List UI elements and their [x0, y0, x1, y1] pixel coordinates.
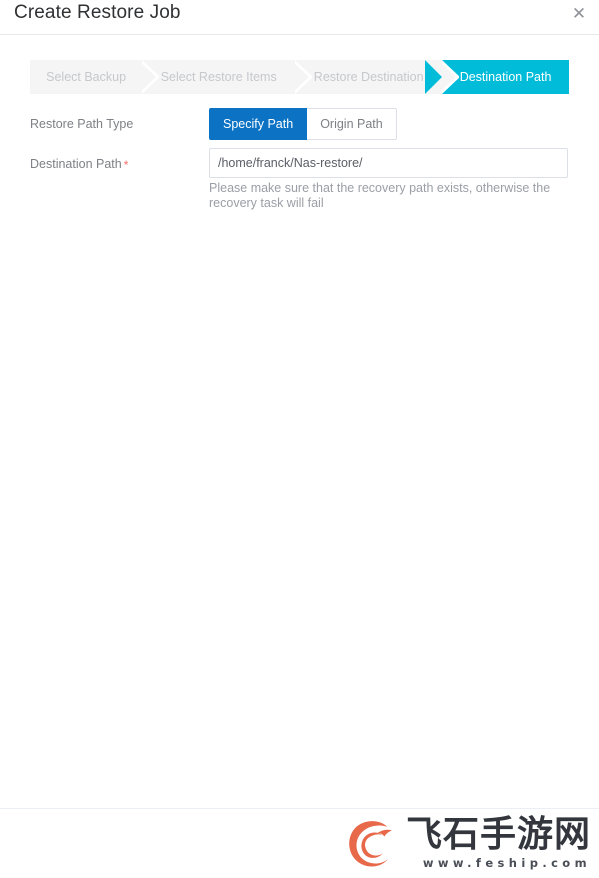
footer-divider [0, 808, 599, 809]
form-row-restore-path-type: Restore Path Type Specify Path Origin Pa… [0, 108, 599, 140]
stepper-step-label: Restore Destination [313, 70, 424, 84]
stepper: Select Backup Select Restore Items Resto… [30, 60, 569, 94]
dialog-header: Create Restore Job ✕ [0, 0, 599, 35]
destination-path-control [209, 148, 568, 178]
form-row-destination-path: Destination Path* Please make sure that … [0, 148, 599, 210]
restore-form: Restore Path Type Specify Path Origin Pa… [0, 108, 599, 218]
destination-path-label-text: Destination Path [30, 157, 122, 171]
watermark-text: 飞石手游网 www.feship.com [405, 813, 591, 871]
destination-path-help-text: Please make sure that the recovery path … [209, 181, 551, 210]
restore-path-type-control: Specify Path Origin Path [209, 108, 397, 140]
stepper-step-destination-path[interactable]: Destination Path [425, 60, 569, 94]
stepper-step-label: Select Restore Items [160, 70, 277, 84]
restore-path-type-option-specify-path[interactable]: Specify Path [209, 108, 308, 140]
restore-path-type-label: Restore Path Type [30, 117, 134, 131]
restore-path-type-option-origin-path[interactable]: Origin Path [307, 108, 397, 140]
stepper-step-label: Destination Path [459, 70, 552, 84]
page-title: Create Restore Job [14, 2, 181, 23]
destination-path-input[interactable] [209, 148, 568, 178]
watermark: 飞石手游网 www.feship.com [342, 812, 591, 874]
close-icon[interactable]: ✕ [567, 2, 591, 26]
watermark-brand-cn: 飞石手游网 [405, 813, 591, 855]
restore-path-type-button-group: Specify Path Origin Path [209, 108, 397, 140]
watermark-url: www.feship.com [422, 855, 591, 870]
stepper-step-label: Select Backup [46, 70, 127, 84]
feship-bird-logo-icon [349, 821, 392, 867]
stepper-step-restore-destination[interactable]: Restore Destination [295, 60, 460, 94]
required-marker-icon: * [123, 157, 129, 172]
destination-path-label: Destination Path * [30, 148, 198, 181]
stepper-step-select-backup[interactable]: Select Backup [30, 60, 160, 94]
stepper-step-select-restore-items[interactable]: Select Restore Items [142, 60, 313, 94]
